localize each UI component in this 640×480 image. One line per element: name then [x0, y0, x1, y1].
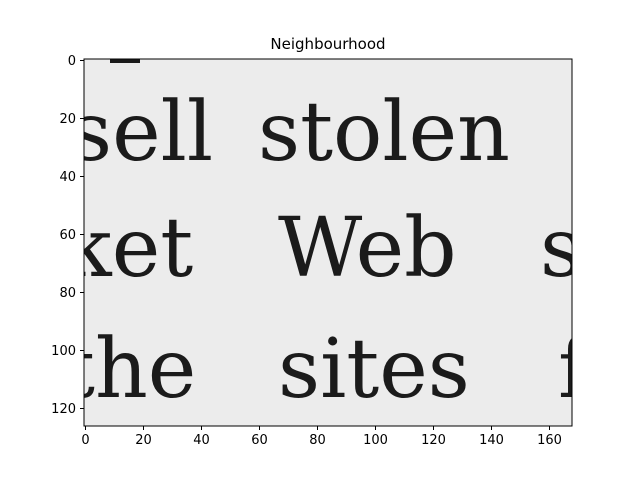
y-tick-label: 20 [59, 112, 76, 127]
x-tick-label: 140 [479, 433, 504, 448]
image-panel: sell stolen ket Web s the sites f [62, 59, 594, 426]
x-tick-label: 40 [193, 433, 210, 448]
word-the: the [62, 322, 196, 417]
word-web: Web [278, 201, 457, 296]
y-tick-label: 0 [68, 54, 76, 69]
figure: Neighbourhood sell stolen ket Web s the … [51, 35, 594, 448]
word-s-fragment: s [540, 201, 582, 296]
word-sites: sites [278, 322, 470, 417]
word-ket: ket [62, 201, 193, 296]
ascender-fragment [110, 59, 140, 63]
x-axis: 0 20 40 60 80 100 120 140 160 [81, 426, 562, 448]
word-f-fragment: f [558, 322, 594, 417]
y-tick-label: 60 [59, 228, 76, 243]
plot-title: Neighbourhood [270, 35, 385, 53]
y-tick-label: 80 [59, 286, 76, 301]
word-sell: sell [70, 85, 213, 180]
y-tick-label: 40 [59, 170, 76, 185]
word-stolen: stolen [258, 85, 510, 180]
x-tick-label: 0 [81, 433, 89, 448]
x-tick-label: 120 [421, 433, 446, 448]
x-tick-label: 160 [537, 433, 562, 448]
x-tick-label: 80 [309, 433, 326, 448]
x-tick-label: 100 [363, 433, 388, 448]
x-tick-label: 20 [135, 433, 152, 448]
x-tick-label: 60 [251, 433, 268, 448]
y-tick-label: 120 [51, 402, 76, 417]
y-axis: 0 20 40 60 80 100 120 [51, 54, 84, 417]
y-tick-label: 100 [51, 344, 76, 359]
